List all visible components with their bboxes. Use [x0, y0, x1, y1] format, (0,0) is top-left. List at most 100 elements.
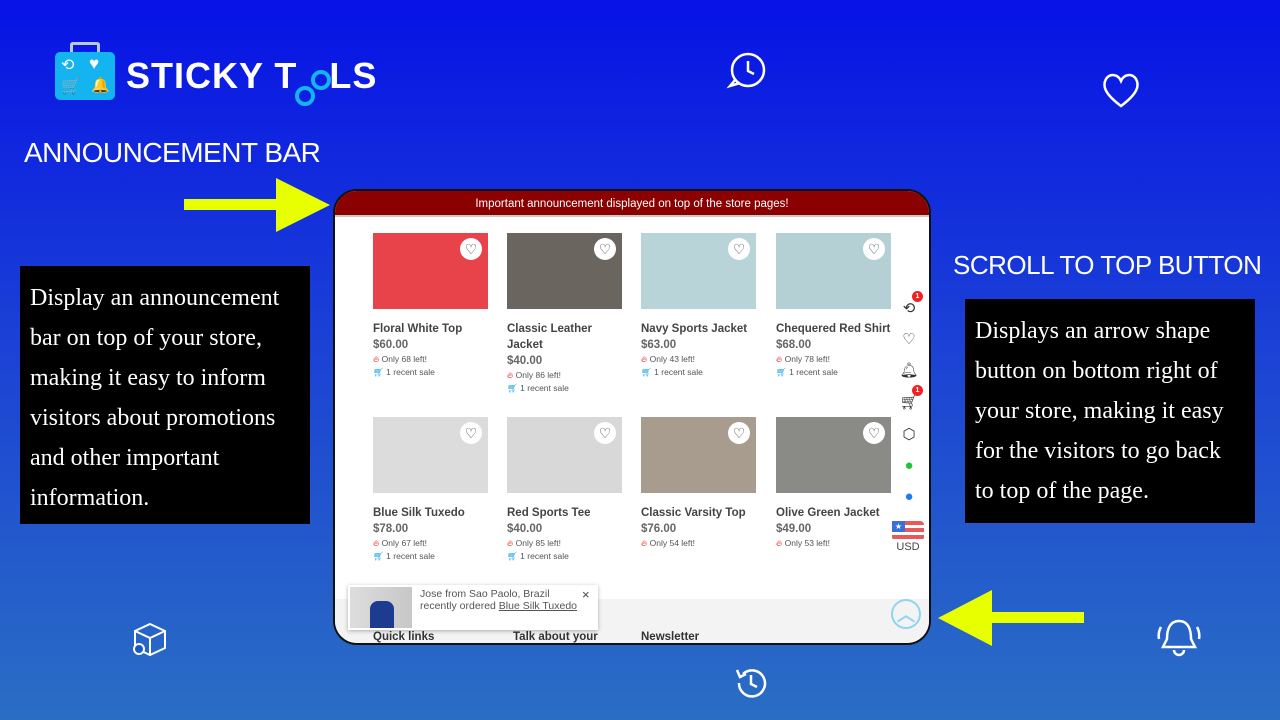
stock-count: 🔥︎ Only 67 left!	[373, 537, 488, 550]
sale-text: 1 recent sale	[654, 367, 703, 377]
product-image[interactable]: ♡	[776, 233, 891, 309]
product-image[interactable]: ♡	[641, 233, 756, 309]
product-price: $49.00	[776, 523, 812, 535]
product-image[interactable]: ♡	[373, 233, 488, 309]
flame-icon: 🔥︎	[373, 354, 380, 364]
product-card[interactable]: ♡ Navy Sports Jacket $63.00 🔥︎ Only 43 l…	[641, 233, 756, 379]
bell-icon[interactable]: 🔔︎	[898, 361, 920, 379]
product-name[interactable]: Olive Green Jacket	[776, 505, 891, 521]
sales-popup[interactable]: Jose from Sao Paolo, Brazil recently ord…	[348, 585, 598, 630]
heart-icon: ♥	[89, 54, 100, 73]
product-name[interactable]: Chequered Red Shirt	[776, 321, 891, 337]
stock-text: Only 43 left!	[649, 354, 695, 364]
recently-viewed-icon[interactable]: ⟲ 1	[898, 291, 923, 317]
cart-icon: 🛒︎	[507, 551, 518, 561]
wishlist-heart-icon[interactable]: ♡	[594, 238, 616, 260]
cart-icon: 🛒︎	[641, 367, 652, 377]
product-price: $68.00	[776, 339, 812, 351]
flame-icon: 🔥︎	[641, 538, 648, 548]
flame-icon: 🔥︎	[373, 538, 380, 548]
product-card[interactable]: ♡ Classic Leather Jacket $40.00 🔥︎ Only …	[507, 233, 622, 395]
messenger-icon[interactable]: ●	[898, 488, 920, 505]
wishlist-heart-icon[interactable]: ♡	[728, 422, 750, 444]
product-card[interactable]: ♡ Floral White Top $60.00 🔥︎ Only 68 lef…	[373, 233, 488, 379]
recent-sale: 🛒︎ 1 recent sale	[373, 366, 488, 379]
recent-sale: 🛒︎ 1 recent sale	[641, 366, 756, 379]
product-image[interactable]: ♡	[507, 417, 622, 493]
wishlist-icon[interactable]: ♡	[898, 330, 920, 348]
product-card[interactable]: ♡ Blue Silk Tuxedo $78.00 🔥︎ Only 67 lef…	[373, 417, 488, 563]
cart-icon: 🛒︎	[776, 367, 787, 377]
stock-count: 🔥︎ Only 85 left!	[507, 537, 622, 550]
product-image[interactable]: ♡	[507, 233, 622, 309]
currency-selector[interactable]: ★ USD	[892, 521, 924, 553]
brand-text: STICKY T	[126, 55, 298, 96]
cart-icon[interactable]: 🛒︎ 1	[898, 385, 923, 411]
stock-count: 🔥︎ Only 53 left!	[776, 537, 891, 550]
product-name[interactable]: Red Sports Tee	[507, 505, 622, 521]
cart-badge: 1	[912, 385, 923, 396]
scroll-to-top-heading: SCROLL TO TOP BUTTON	[953, 250, 1262, 280]
flame-icon: 🔥︎	[776, 538, 783, 548]
history-badge: 1	[912, 291, 923, 302]
whatsapp-icon[interactable]: ●	[898, 457, 920, 474]
stock-count: 🔥︎ Only 54 left!	[641, 537, 756, 550]
product-card[interactable]: ♡ Red Sports Tee $40.00 🔥︎ Only 85 left!…	[507, 417, 622, 563]
footer-newsletter: Newsletter	[641, 631, 700, 643]
flame-icon: 🔥︎	[507, 538, 514, 548]
announcement-bar-description: Display an announcement bar on top of yo…	[20, 266, 310, 524]
product-name[interactable]: Floral White Top	[373, 321, 488, 337]
history-icon: ⟲	[61, 57, 75, 74]
product-image[interactable]: ♡	[641, 417, 756, 493]
order-tracking-icon[interactable]: ⬡	[898, 425, 920, 443]
popup-product-link[interactable]: Blue Silk Tuxedo	[499, 600, 577, 612]
currency-label: USD	[896, 541, 920, 553]
sale-text: 1 recent sale	[386, 367, 435, 377]
stock-text: Only 68 left!	[381, 354, 427, 364]
announcement-bar[interactable]: Important announcement displayed on top …	[335, 191, 929, 217]
flame-icon: 🔥︎	[776, 354, 783, 364]
product-price: $40.00	[507, 355, 543, 367]
logo-o	[295, 86, 316, 106]
recent-sale: 🛒︎ 1 recent sale	[776, 366, 891, 379]
product-card[interactable]: ♡ Classic Varsity Top $76.00 🔥︎ Only 54 …	[641, 417, 756, 550]
scroll-to-top-description: Displays an arrow shape button on bottom…	[965, 299, 1255, 523]
product-price: $63.00	[641, 339, 677, 351]
wishlist-heart-icon[interactable]: ♡	[863, 422, 885, 444]
wishlist-heart-icon[interactable]: ♡	[460, 238, 482, 260]
wishlist-heart-icon[interactable]: ♡	[460, 422, 482, 444]
wishlist-heart-icon[interactable]: ♡	[863, 238, 885, 260]
popup-text: Jose from Sao Paolo, Brazil recently ord…	[420, 588, 580, 612]
recent-sale: 🛒︎ 1 recent sale	[507, 382, 622, 395]
bell-outline-icon	[1155, 615, 1203, 664]
stock-count: 🔥︎ Only 68 left!	[373, 353, 488, 366]
product-name[interactable]: Classic Varsity Top	[641, 505, 756, 521]
wishlist-heart-icon[interactable]: ♡	[728, 238, 750, 260]
footer-talk: Talk about your	[513, 631, 598, 643]
stock-text: Only 86 left!	[515, 370, 561, 380]
announcement-bar-heading: ANNOUNCEMENT BAR	[24, 137, 321, 168]
product-price: $60.00	[373, 339, 409, 351]
wishlist-heart-icon[interactable]: ♡	[594, 422, 616, 444]
popup-close-button[interactable]: ×	[582, 587, 590, 602]
product-name[interactable]: Classic Leather Jacket	[507, 321, 622, 353]
product-card[interactable]: ♡ Chequered Red Shirt $68.00 🔥︎ Only 78 …	[776, 233, 891, 379]
product-name[interactable]: Blue Silk Tuxedo	[373, 505, 488, 521]
cart-icon: 🛒	[61, 78, 81, 95]
sale-text: 1 recent sale	[520, 551, 569, 561]
product-card[interactable]: ♡ Olive Green Jacket $49.00 🔥︎ Only 53 l…	[776, 417, 891, 550]
arrow-left-icon	[938, 590, 1084, 646]
stock-text: Only 78 left!	[784, 354, 830, 364]
stock-text: Only 53 left!	[784, 538, 830, 548]
recent-sale: 🛒︎ 1 recent sale	[507, 550, 622, 563]
store-preview: Important announcement displayed on top …	[333, 189, 931, 645]
product-image[interactable]: ♡	[373, 417, 488, 493]
product-price: $76.00	[641, 523, 677, 535]
product-image[interactable]: ♡	[776, 417, 891, 493]
scroll-to-top-button[interactable]: ︿	[891, 599, 921, 629]
chat-phone-icon	[726, 50, 770, 99]
footer-quick-links: Quick links	[373, 631, 435, 643]
product-name[interactable]: Navy Sports Jacket	[641, 321, 756, 337]
stock-count: 🔥︎ Only 78 left!	[776, 353, 891, 366]
stock-count: 🔥︎ Only 86 left!	[507, 369, 622, 382]
